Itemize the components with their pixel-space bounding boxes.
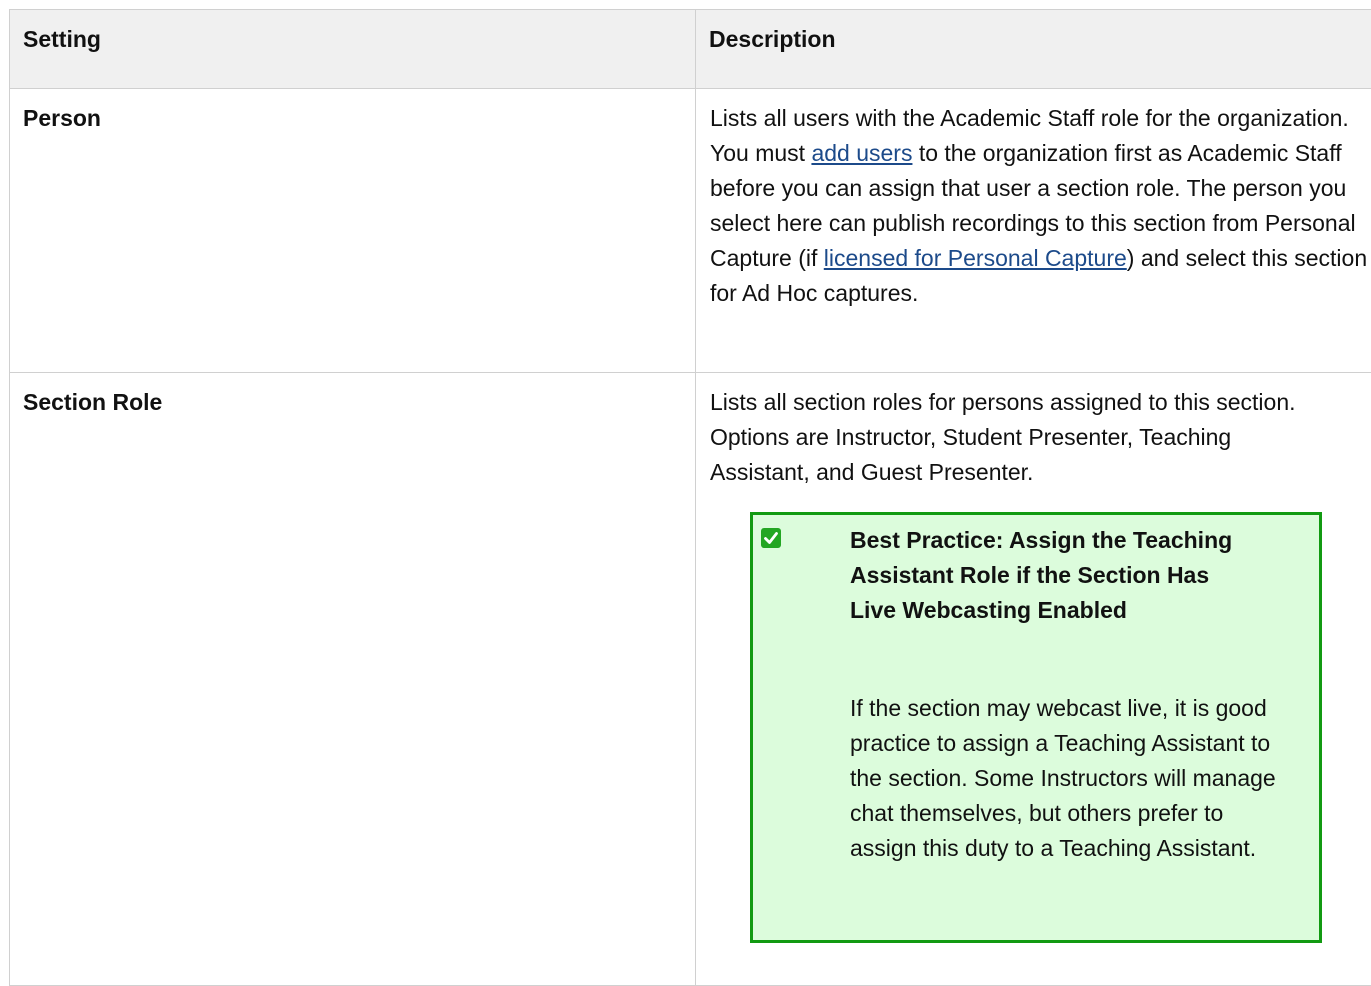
header-description: Description <box>696 10 1371 89</box>
setting-name-person: Person <box>10 89 696 373</box>
description-person-text: Lists all users with the Academic Staff … <box>710 101 1370 311</box>
check-icon <box>761 528 781 548</box>
description-section-role-text: Lists all section roles for persons assi… <box>710 385 1310 490</box>
licensed-for-personal-capture-link[interactable]: licensed for Personal Capture <box>824 245 1127 271</box>
table-header-row: Setting Description <box>10 10 1371 89</box>
header-setting: Setting <box>10 10 696 89</box>
add-users-link[interactable]: add users <box>811 140 912 166</box>
setting-name-section-role: Section Role <box>10 373 696 986</box>
table-row-section-role: Section Role Lists all section roles for… <box>10 373 1371 986</box>
description-section-role: Lists all section roles for persons assi… <box>696 373 1371 986</box>
settings-table: Setting Description Person Lists all use… <box>9 9 1371 986</box>
table-row-person: Person Lists all users with the Academic… <box>10 89 1371 373</box>
best-practice-title: Best Practice: Assign the Teaching Assis… <box>850 523 1260 628</box>
best-practice-body: If the section may webcast live, it is g… <box>850 691 1290 866</box>
description-person: Lists all users with the Academic Staff … <box>696 89 1371 373</box>
check-icon-glyph <box>761 528 781 548</box>
best-practice-callout: Best Practice: Assign the Teaching Assis… <box>750 512 1322 943</box>
